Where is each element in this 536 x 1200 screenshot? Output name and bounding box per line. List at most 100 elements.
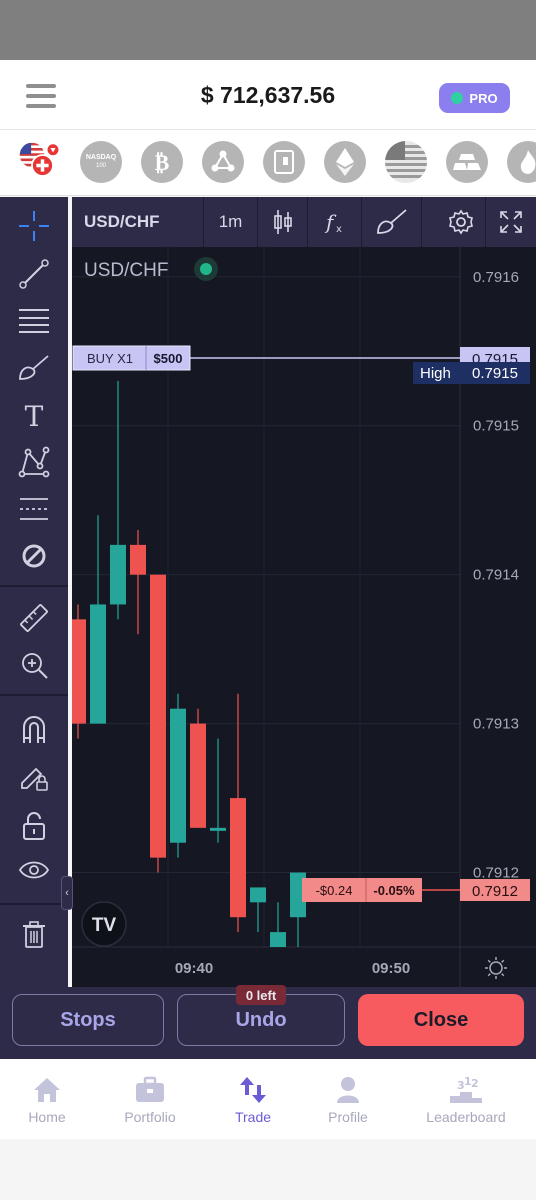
candle-body[interactable] (270, 932, 286, 947)
trash-icon[interactable] (0, 911, 68, 957)
nav-profile[interactable]: Profile (298, 1075, 398, 1125)
svg-text:T: T (25, 400, 44, 430)
lock-drawing-icon[interactable] (0, 754, 68, 800)
bottom-navigation: Home Portfolio Trade Profile 312 Leaderb… (0, 1059, 536, 1139)
gold-bars-icon[interactable] (446, 141, 488, 183)
us-flag-icon[interactable] (385, 141, 427, 183)
ethereum-icon[interactable] (324, 141, 366, 183)
chart-legend-symbol: USD/CHF (84, 260, 168, 281)
close-position-button[interactable]: Close (358, 994, 524, 1046)
nasdaq-icon[interactable]: NASDAQ 100 (80, 141, 122, 183)
stops-button[interactable]: Stops (12, 994, 164, 1046)
nav-portfolio[interactable]: Portfolio (100, 1075, 200, 1125)
svg-text:₿: ₿ (155, 151, 170, 175)
nasdaq-sub-label: 100 (95, 163, 106, 169)
chart-toolbar: USD/CHF 1m fx (72, 197, 536, 247)
y-tick-label: 0.7914 (473, 567, 519, 584)
candle-body[interactable] (90, 604, 106, 724)
podium-icon: 312 (411, 1075, 521, 1105)
toolbar-divider (0, 694, 68, 696)
undo-remaining-badge: 0 left (236, 985, 286, 1005)
y-tick-label: 0.7915 (473, 418, 519, 435)
tradingview-logo-text: TV (92, 915, 117, 936)
x-tick-label: 09:50 (372, 960, 410, 977)
fire-icon[interactable] (507, 141, 536, 183)
current-price-axis-label: 0.7912 (472, 883, 518, 900)
crosshair-tool-icon[interactable] (0, 203, 68, 249)
top-header: $ 712,637.56 PRO (0, 60, 536, 130)
nasdaq-label: NASDAQ (85, 154, 117, 161)
chart-background[interactable] (72, 197, 536, 987)
forecast-tool-icon[interactable] (0, 486, 68, 532)
app-root: $ 712,637.56 PRO NASDAQ 100 ₿ T 0.7916 0… (0, 0, 536, 1200)
ruler-tool-icon[interactable] (0, 595, 68, 641)
trend-line-tool-icon[interactable] (0, 251, 68, 297)
svg-text:x: x (336, 224, 342, 235)
zoom-in-icon[interactable] (0, 642, 68, 688)
candle-body[interactable] (110, 544, 126, 605)
settings-gear-icon[interactable] (436, 197, 486, 247)
magnet-icon[interactable] (0, 707, 68, 753)
svg-text:2: 2 (471, 1077, 479, 1090)
profile-icon (298, 1075, 398, 1105)
nav-profile-label: Profile (328, 1109, 368, 1125)
nav-portfolio-label: Portfolio (124, 1109, 176, 1125)
unlock-icon[interactable] (0, 803, 68, 849)
pattern-tool-icon[interactable] (0, 439, 68, 485)
buy-order-amount: $500 (154, 351, 183, 366)
ripple-icon[interactable] (202, 141, 244, 183)
candle-body[interactable] (130, 544, 146, 575)
drawing-brush-icon[interactable] (362, 197, 422, 247)
vault-icon[interactable] (263, 141, 305, 183)
drawing-toolbar: T (0, 197, 68, 987)
high-marker-label: High (420, 365, 451, 382)
trade-actions-bar: Stops Undo 0 left Close (0, 985, 536, 1059)
y-tick-label: 0.7912 (473, 865, 519, 882)
collapse-toolbar-handle[interactable]: ‹ (61, 876, 73, 910)
nav-home[interactable]: Home (0, 1075, 97, 1125)
live-indicator-dot (200, 263, 212, 275)
undo-label: Undo (235, 1008, 287, 1031)
fullscreen-icon[interactable] (486, 197, 536, 247)
nav-leaderboard-label: Leaderboard (426, 1109, 506, 1125)
candle-body[interactable] (170, 708, 186, 843)
nav-trade[interactable]: Trade (203, 1075, 303, 1125)
status-bar (0, 0, 536, 60)
indicators-icon[interactable]: fx (308, 197, 362, 247)
nav-trade-label: Trade (234, 1109, 272, 1125)
candles-style-icon[interactable] (258, 197, 308, 247)
remove-drawings-icon[interactable] (0, 533, 68, 579)
symbol-selector[interactable]: USD/CHF (72, 197, 204, 247)
text-tool-icon[interactable]: T (0, 392, 68, 438)
toolbar-divider (0, 585, 68, 587)
chart-pane[interactable]: 0.7916 0.7915 0.7914 0.7913 0.7912 09:40 09:50… (70, 197, 536, 987)
pro-label: PRO (469, 90, 498, 106)
candle-body[interactable] (190, 723, 206, 828)
candle-body[interactable] (250, 887, 266, 903)
candle-body[interactable] (150, 574, 166, 858)
buy-order-label: BUY X1 (87, 351, 133, 366)
y-tick-label: 0.7916 (473, 269, 519, 286)
brush-tool-icon[interactable] (0, 345, 68, 391)
pnl-percent: -0.05% (373, 883, 415, 898)
candle-body[interactable] (230, 798, 246, 918)
pnl-value: -$0.24 (316, 883, 353, 898)
high-marker-value: 0.7915 (472, 365, 518, 382)
y-tick-label: 0.7913 (473, 716, 519, 733)
nav-leaderboard[interactable]: 312 Leaderboard (411, 1075, 521, 1125)
toolbar-divider (0, 903, 68, 905)
visibility-eye-icon[interactable] (0, 849, 68, 895)
pro-status-dot (451, 92, 464, 104)
pro-button[interactable]: PRO (439, 83, 510, 113)
candle-body[interactable] (210, 827, 226, 831)
interval-selector[interactable]: 1m (204, 197, 258, 247)
home-icon (0, 1075, 97, 1105)
usd-chf-flag-icon[interactable] (18, 141, 60, 183)
briefcase-icon (100, 1075, 200, 1105)
bitcoin-icon[interactable]: ₿ (141, 141, 183, 183)
fib-lines-tool-icon[interactable] (0, 298, 68, 344)
trade-arrows-icon (203, 1075, 303, 1105)
candle-body[interactable] (70, 619, 86, 724)
asset-selector-row: NASDAQ 100 ₿ (0, 130, 536, 196)
price-chart[interactable]: 0.7916 0.7915 0.7914 0.7913 0.7912 09:40 09:50… (70, 197, 536, 987)
